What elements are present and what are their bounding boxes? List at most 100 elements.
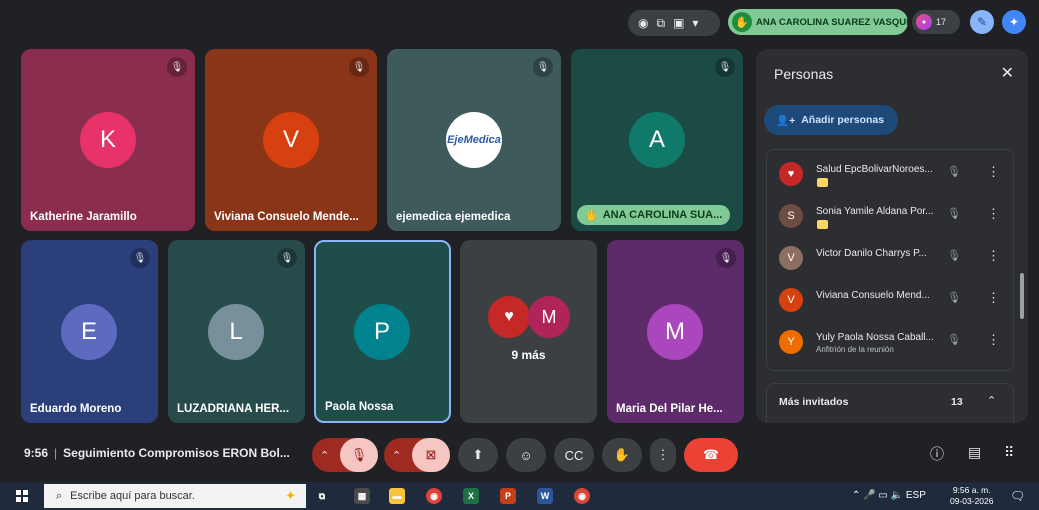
calculator-icon[interactable]: ▦ bbox=[354, 488, 370, 504]
mic-off-icon[interactable]: 🎙 bbox=[947, 165, 961, 178]
more-options-button[interactable]: ⋮ bbox=[650, 438, 676, 472]
sparkle-icon: ✦ bbox=[285, 488, 296, 503]
separator: | bbox=[54, 446, 58, 460]
activities-icon[interactable]: ⠿ bbox=[1004, 444, 1014, 461]
list-item[interactable]: S Sonia Yamile Aldana Por... 🎙 ⋮ bbox=[767, 196, 1015, 236]
mic-off-icon: 🎙 bbox=[716, 248, 736, 268]
participant-tile-speaking[interactable]: P Paola Nossa bbox=[314, 240, 451, 423]
mic-off-icon: 🎙 bbox=[533, 57, 553, 77]
more-options-icon[interactable]: ⋮ bbox=[987, 164, 1000, 180]
participant-tile[interactable]: 🎙 EjeMedica ejemedica ejemedica bbox=[387, 49, 561, 231]
network-icon[interactable]: ▭ bbox=[878, 490, 887, 501]
participants-chip[interactable]: ● 17 bbox=[912, 10, 960, 34]
hand-badge-icon bbox=[817, 178, 828, 187]
participant-tile[interactable]: 🎙 M Maria Del Pilar He... bbox=[607, 240, 744, 423]
avatar: K bbox=[80, 112, 136, 168]
mic-off-icon[interactable]: 🎙 bbox=[947, 207, 961, 220]
pen-icon[interactable]: ✎ bbox=[970, 10, 994, 34]
close-icon[interactable]: ✕ bbox=[1001, 63, 1014, 83]
emoji-icon: ☺ bbox=[519, 447, 533, 463]
raised-hand-chip[interactable]: ✋ ANA CAROLINA SUAREZ VASQUE bbox=[728, 9, 908, 35]
chrome-icon[interactable]: ◉ bbox=[426, 488, 442, 504]
logo-avatar: EjeMedica bbox=[446, 112, 502, 168]
gemini-icon[interactable]: ✦ bbox=[1002, 10, 1026, 34]
mic-off-icon[interactable]: 🎙 bbox=[947, 249, 961, 262]
captions-status-icon[interactable]: ⧉ bbox=[656, 16, 665, 31]
recording-controls[interactable]: ◉ ⧉ ▣ ▾ bbox=[628, 10, 720, 36]
people-panel: Personas ✕ 👤+ Añadir personas ♥ Salud Ep… bbox=[756, 49, 1028, 423]
excel-icon[interactable]: X bbox=[463, 488, 479, 504]
reactions-button[interactable]: ☺ bbox=[506, 438, 546, 472]
mic-off-icon: 🎙 bbox=[349, 57, 369, 77]
person-name: Sonia Yamile Aldana Por... bbox=[816, 206, 934, 217]
mic-options-chevron-icon[interactable]: ⌃ bbox=[320, 449, 329, 462]
person-name: Viviana Consuelo Mend... bbox=[816, 290, 930, 301]
mic-off-icon: 🎙 bbox=[167, 57, 187, 77]
meet-window: ◉ ⧉ ▣ ▾ ✋ ANA CAROLINA SUAREZ VASQUE ● 1… bbox=[0, 0, 1039, 510]
scrollbar[interactable] bbox=[1020, 273, 1024, 319]
no-video-icon[interactable]: ▣ bbox=[673, 16, 684, 30]
raised-hand-name: ANA CAROLINA SUAREZ VASQUE bbox=[756, 16, 908, 28]
list-item[interactable]: ♥ Salud EpcBolivarNoroes... 🎙 ⋮ bbox=[767, 154, 1015, 194]
present-button[interactable]: ⬆ bbox=[458, 438, 498, 472]
list-item[interactable]: V Viviana Consuelo Mend... 🎙 ⋮ bbox=[767, 280, 1015, 320]
hand-icon: ✋ bbox=[732, 12, 752, 32]
chevron-up-icon[interactable]: ⌃ bbox=[987, 394, 996, 407]
participant-name: ejemedica ejemedica bbox=[396, 211, 511, 223]
language-indicator[interactable]: ESP bbox=[906, 490, 926, 501]
participant-tile[interactable]: 🎙 V Viviana Consuelo Mende... bbox=[205, 49, 377, 231]
more-invited-section[interactable]: Más invitados 13 ⌃ bbox=[766, 383, 1014, 423]
person-name: Salud EpcBolivarNoroes... bbox=[816, 164, 933, 175]
camera-options-chevron-icon[interactable]: ⌃ bbox=[392, 449, 401, 462]
participant-name: Katherine Jaramillo bbox=[30, 211, 137, 223]
participant-name: Viviana Consuelo Mende... bbox=[214, 211, 359, 223]
chat-icon[interactable]: ▤ bbox=[968, 444, 981, 461]
more-participants-tile[interactable]: ♥ M 9 más bbox=[460, 240, 597, 423]
leave-call-button[interactable]: ☎ bbox=[684, 438, 738, 472]
captions-button[interactable]: CC bbox=[554, 438, 594, 472]
hand-badge-icon bbox=[817, 220, 828, 229]
participant-tile[interactable]: 🎙 K Katherine Jaramillo bbox=[21, 49, 195, 231]
list-item[interactable]: Y Yuly Paola Nossa Caball... Anfitrión d… bbox=[767, 322, 1015, 362]
record-icon[interactable]: ◉ bbox=[638, 16, 648, 30]
participant-tile[interactable]: 🎙 L LUZADRIANA HER... bbox=[168, 240, 305, 423]
mic-toggle-button[interactable]: 🎙 bbox=[340, 438, 378, 472]
clock-date: 09-03-2026 bbox=[950, 496, 994, 506]
list-item[interactable]: V Victor Danilo Charrys P... 🎙 ⋮ bbox=[767, 238, 1015, 278]
more-options-icon[interactable]: ⋮ bbox=[987, 332, 1000, 348]
windows-start-icon[interactable] bbox=[16, 490, 28, 502]
powerpoint-icon[interactable]: P bbox=[500, 488, 516, 504]
chevron-up-icon[interactable]: ⌃ bbox=[852, 490, 860, 501]
taskbar-clock[interactable]: 9:56 a. m. 09-03-2026 bbox=[950, 485, 993, 507]
participant-name: ANA CAROLINA SUA... bbox=[602, 209, 723, 221]
mic-off-icon[interactable]: 🎙 bbox=[947, 333, 961, 346]
participant-tile[interactable]: 🎙 A ✋ ANA CAROLINA SUA... bbox=[571, 49, 743, 231]
search-placeholder: Escribe aquí para buscar. bbox=[70, 490, 195, 502]
raise-hand-button[interactable]: ✋ bbox=[602, 438, 642, 472]
avatar: M bbox=[528, 296, 570, 338]
file-explorer-icon[interactable]: ▬ bbox=[389, 488, 405, 504]
mic-off-icon: 🎙 bbox=[277, 248, 297, 268]
host-label: Anfitrión de la reunión bbox=[816, 345, 894, 354]
info-icon[interactable]: ⓘ bbox=[930, 444, 944, 464]
participant-tile[interactable]: 🎙 E Eduardo Moreno bbox=[21, 240, 158, 423]
mic-icon[interactable]: 🎤 bbox=[863, 490, 875, 501]
system-tray[interactable]: ⌃ 🎤 ▭ 🔈 ESP bbox=[852, 490, 926, 501]
notifications-icon[interactable]: 🗨 bbox=[1010, 489, 1025, 503]
task-view-icon[interactable]: ⧉ bbox=[314, 488, 330, 504]
add-people-button[interactable]: 👤+ Añadir personas bbox=[764, 105, 898, 135]
camera-toggle-button[interactable]: ⊠ bbox=[412, 438, 450, 472]
more-options-icon[interactable]: ⋮ bbox=[987, 290, 1000, 306]
taskbar-search-box[interactable]: ⌕ Escribe aquí para buscar. ✦ bbox=[44, 484, 306, 508]
more-invited-count: 13 bbox=[951, 396, 963, 408]
chevron-down-icon[interactable]: ▾ bbox=[692, 16, 698, 30]
word-icon[interactable]: W bbox=[537, 488, 553, 504]
participant-name: Paola Nossa bbox=[325, 401, 394, 413]
participant-name: Eduardo Moreno bbox=[30, 403, 122, 415]
more-options-icon[interactable]: ⋮ bbox=[987, 206, 1000, 222]
chrome-profile-icon[interactable]: ◉ bbox=[574, 488, 590, 504]
volume-icon[interactable]: 🔈 bbox=[891, 490, 903, 501]
people-list: ♥ Salud EpcBolivarNoroes... 🎙 ⋮ S Sonia … bbox=[766, 149, 1014, 371]
mic-off-icon[interactable]: 🎙 bbox=[947, 291, 961, 304]
more-options-icon[interactable]: ⋮ bbox=[987, 248, 1000, 264]
